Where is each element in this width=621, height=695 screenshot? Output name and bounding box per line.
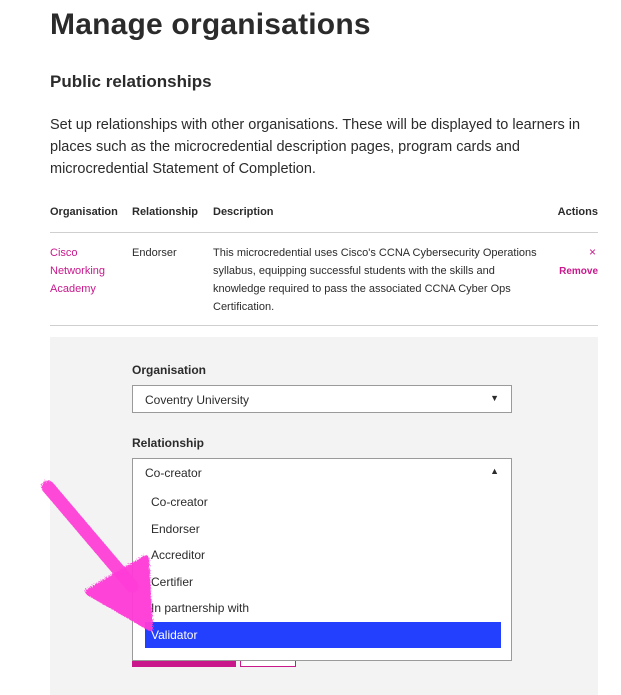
organisation-select-value: Coventry University (145, 393, 250, 407)
option-endorser[interactable]: Endorser (133, 516, 511, 542)
page-title: Manage organisations (50, 8, 371, 41)
column-header-description: Description (213, 206, 274, 218)
remove-button[interactable]: Remove (559, 266, 598, 277)
option-label: In partnership with (151, 601, 250, 615)
intro-text: Set up relationships with other organisa… (50, 117, 581, 177)
option-label: Co-creator (151, 495, 208, 509)
option-label: Endorser (151, 522, 200, 536)
column-header-relationship: Relationship (132, 206, 199, 218)
relationship-field-label: Relationship (132, 436, 205, 450)
column-header-organisation: Organisation (50, 206, 118, 218)
relationship-cell: Endorser (132, 247, 177, 259)
option-label: Validator (151, 628, 198, 642)
option-accreditor[interactable]: Accreditor (133, 542, 511, 568)
organisation-field-label: Organisation (132, 363, 207, 377)
option-label: Accreditor (151, 548, 206, 562)
add-relationship-panel: Organisation Coventry University ▼ Relat… (50, 337, 598, 695)
column-header-actions: Actions (557, 206, 598, 218)
organisation-link[interactable]: Cisco Networking Academy (50, 244, 128, 298)
option-co-creator[interactable]: Co-creator (133, 489, 511, 515)
chevron-down-icon: ▼ (490, 393, 499, 403)
close-icon[interactable]: × (589, 246, 596, 258)
option-in-partnership-with[interactable]: In partnership with (133, 595, 511, 621)
option-certifier[interactable]: Certifier (133, 569, 511, 595)
relationship-dropdown-list: Co-creator Endorser Accreditor Certifier… (132, 485, 512, 661)
header-divider (50, 232, 598, 233)
description-cell: This microcredential uses Cisco's CCNA C… (213, 247, 537, 313)
section-title: Public relationships (50, 72, 212, 91)
organisation-select[interactable]: Coventry University ▼ (132, 385, 512, 413)
chevron-up-icon: ▲ (490, 466, 499, 476)
relationship-select[interactable]: Co-creator ▲ (132, 458, 512, 486)
option-label: Certifier (151, 575, 194, 589)
option-validator[interactable]: Validator (145, 622, 501, 648)
row-divider (50, 325, 598, 326)
relationship-select-value: Co-creator (145, 466, 202, 480)
